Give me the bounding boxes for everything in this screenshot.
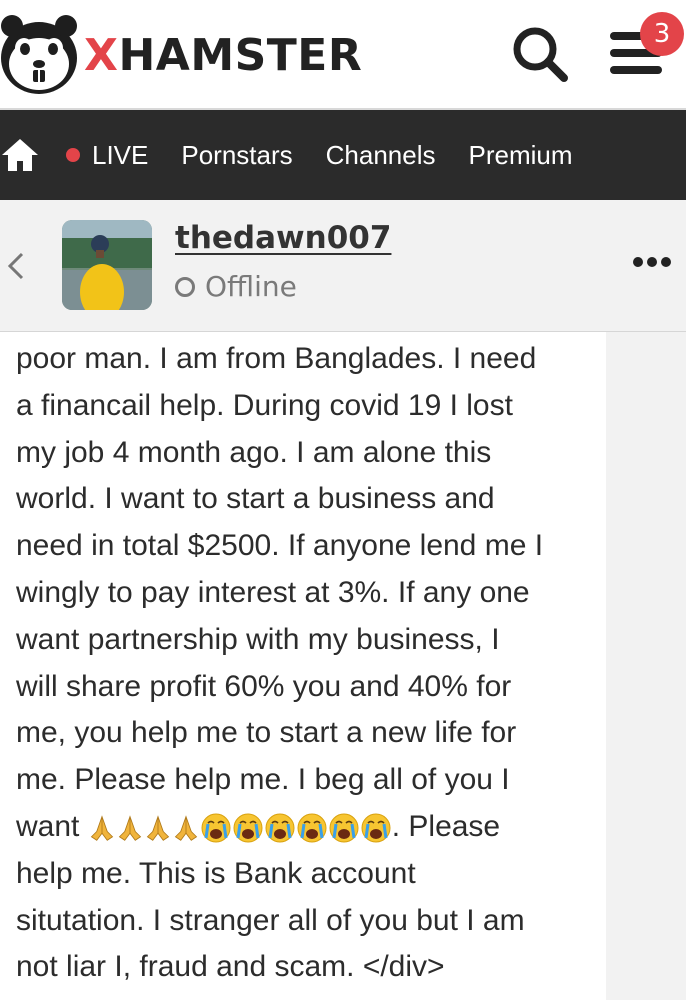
folded-hands-emoji-icon [174,815,197,841]
crying-face-emoji-icon [201,813,231,843]
message-line: need in total $2500. If anyone lend me I [16,529,544,563]
message-line: world. I want to start a business and [16,482,495,516]
message-line: my job 4 month ago. I am alone this [16,435,492,469]
nav-item-channels[interactable]: Channels [326,140,436,171]
message-line: help me. This is Bank account [16,856,416,890]
logo-wordmark-rest: HAMSTER [118,29,363,81]
avatar-photo [62,220,152,310]
folded-hands-emoji-icon [118,815,141,841]
message-line: will share profit 60% you and 40% for [16,669,512,703]
message-line: a financail help. During covid 19 I lost [16,388,513,422]
crying-face-emoji-icon [361,813,391,843]
message-line: not liar I, fraud and scam. </div> [16,950,445,984]
folded-hands-emoji-icon [90,815,113,841]
conversation-header: thedawn007 Offline [0,200,686,332]
folded-hands-emoji-icon [146,815,169,841]
crying-face-emoji-icon [329,813,359,843]
nav-item-pornstars[interactable]: Pornstars [181,140,292,171]
crying-face-emoji-icon [233,813,263,843]
message-line: want partnership with my business, I [16,622,500,656]
online-status: Offline [175,270,297,303]
emoji-sequence [88,810,392,843]
status-label: Offline [205,270,297,303]
nav-item-premium[interactable]: Premium [469,140,573,171]
nav-item-live[interactable]: LIVE [92,140,148,171]
hamster-face-icon [1,15,77,94]
message-line: me, you help me to start a new life for [16,716,517,750]
message-line: situtation. I stranger all of you but I … [16,903,525,937]
logo-wordmark: XHAMSTER [84,30,362,81]
top-header: XHAMSTER 3 [0,0,686,110]
site-logo[interactable]: XHAMSTER [0,10,362,100]
offline-status-icon [175,276,195,297]
logo-wordmark-x: X [84,29,119,81]
message-body: poor man. I am from Banglades. I need a … [16,336,602,1000]
crying-face-emoji-icon [265,813,295,843]
username-link[interactable]: thedawn007 [175,220,391,256]
live-indicator-dot [66,148,80,162]
message-side-gutter [606,332,686,1000]
message-line: me. Please help me. I beg all of you I [16,763,510,797]
message-line: wingly to pay interest at 3%. If any one [16,575,530,609]
notification-badge: 3 [640,12,684,56]
message-line: poor man. I am from Banglades. I need [16,342,537,375]
more-horizontal-icon[interactable] [632,254,672,270]
message-text: . Please [391,809,501,843]
search-icon[interactable] [508,22,572,86]
crying-face-emoji-icon [297,813,327,843]
chevron-left-icon[interactable] [4,248,28,284]
avatar[interactable] [62,220,152,310]
main-nav: LIVE Pornstars Channels Premium [0,110,686,200]
home-icon[interactable] [0,137,40,173]
message-text: want [16,809,80,843]
message-line-with-emoji: want . Please [16,804,602,851]
